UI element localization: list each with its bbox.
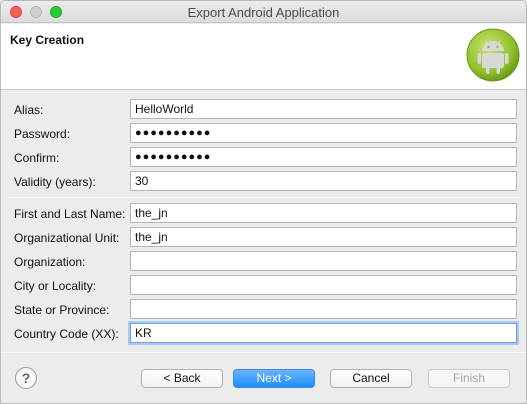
- validity-label: Validity (years):: [14, 175, 96, 189]
- password-label: Password:: [14, 127, 71, 141]
- validity-row: Validity (years):: [1, 171, 526, 195]
- alias-input[interactable]: [130, 99, 517, 119]
- city-row: City or Locality:: [1, 275, 526, 299]
- footer-separator: [1, 352, 526, 353]
- android-robot-icon: [466, 28, 520, 82]
- confirm-label: Confirm:: [14, 151, 60, 165]
- country-label: Country Code (XX):: [14, 327, 119, 341]
- window-title: Export Android Application: [187, 5, 340, 20]
- state-input[interactable]: [130, 299, 517, 319]
- form-separator: [9, 197, 519, 198]
- back-button[interactable]: < Back: [141, 369, 223, 388]
- help-icon[interactable]: ?: [15, 367, 37, 389]
- name-label: First and Last Name:: [14, 207, 126, 221]
- cancel-button[interactable]: Cancel: [330, 369, 412, 388]
- country-row: Country Code (XX):: [1, 323, 526, 347]
- state-row: State or Province:: [1, 299, 526, 323]
- city-input[interactable]: [130, 275, 517, 295]
- export-dialog-window: Export Android Application Key Creation: [0, 0, 527, 404]
- page-title: Key Creation: [10, 33, 85, 47]
- organizational-unit-input[interactable]: [130, 227, 517, 247]
- organization-row: Organization:: [1, 251, 526, 275]
- country-code-input[interactable]: [130, 323, 517, 343]
- city-label: City or Locality:: [14, 279, 97, 293]
- next-button[interactable]: Next >: [233, 369, 315, 388]
- organization-label: Organization:: [14, 255, 86, 269]
- alias-row: Alias:: [1, 99, 526, 123]
- unit-row: Organizational Unit:: [1, 227, 526, 251]
- finish-button[interactable]: Finish: [428, 369, 510, 388]
- first-last-name-input[interactable]: [130, 203, 517, 223]
- unit-label: Organizational Unit:: [14, 231, 120, 245]
- password-input[interactable]: [130, 123, 517, 143]
- validity-input[interactable]: [130, 171, 517, 191]
- organization-input[interactable]: [130, 251, 517, 271]
- confirm-row: Confirm:: [1, 147, 526, 171]
- alias-label: Alias:: [14, 103, 44, 117]
- confirm-password-input[interactable]: [130, 147, 517, 167]
- wizard-header: Key Creation: [1, 24, 526, 90]
- title-bar: Export Android Application: [1, 1, 526, 23]
- password-row: Password:: [1, 123, 526, 147]
- state-label: State or Province:: [14, 303, 110, 317]
- name-row: First and Last Name:: [1, 203, 526, 227]
